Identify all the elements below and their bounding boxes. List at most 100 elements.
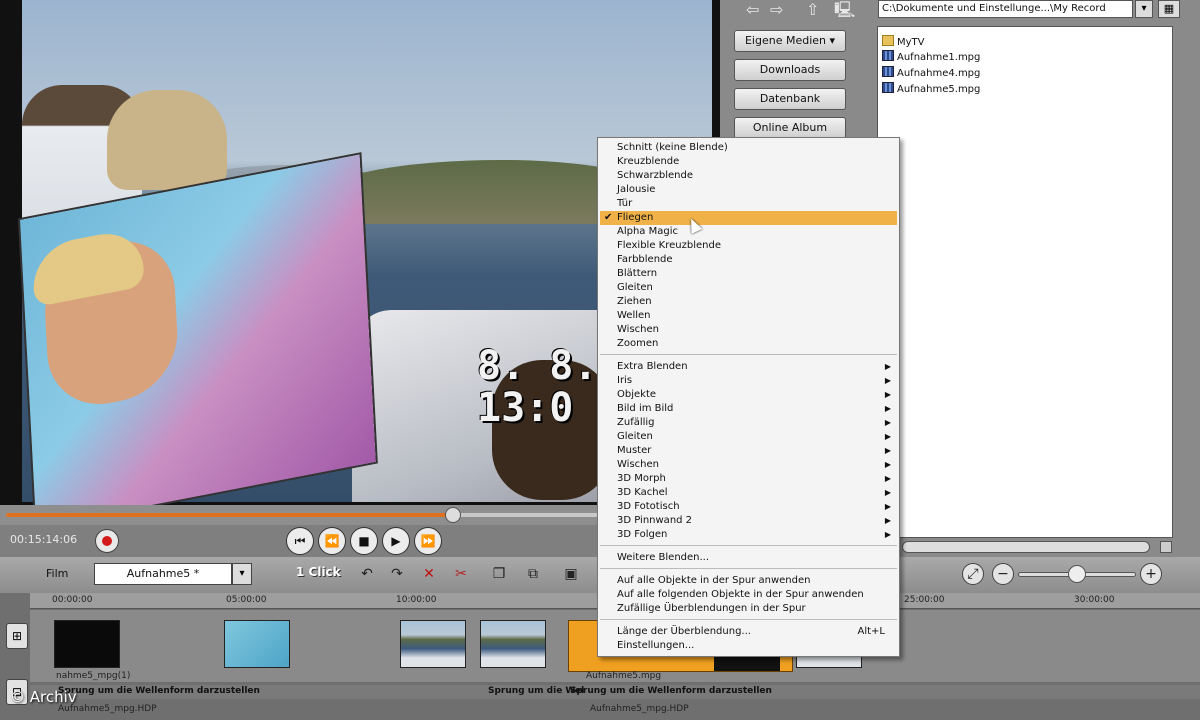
copy-icon[interactable]: ❐ [488,564,510,584]
video-clip[interactable] [480,620,546,668]
submenu-arrow-icon: ▶ [884,502,891,511]
menu-item[interactable]: Bild im Bild ▶ [600,402,897,416]
submenu-arrow-icon: ▶ [884,362,891,371]
menu-item[interactable]: Objekte ▶ [600,388,897,402]
copyright-watermark: © Archiv [10,688,77,706]
menu-item[interactable]: 3D Fototisch ▶ [600,500,897,514]
scroll-right-icon[interactable] [1160,541,1172,553]
menu-item[interactable]: Einstellungen... [600,639,897,653]
menu-item-label: Blättern [617,268,658,279]
menu-item-label: 3D Fototisch [617,501,680,512]
computer-icon[interactable]: 🖳 [834,0,855,20]
menu-separator [600,619,897,620]
up-arrow-icon[interactable]: ⇧ [806,0,819,20]
oneclick-icon[interactable] [262,564,284,584]
menu-item-label: Weitere Blenden... [617,552,710,563]
menu-item-label: Extra Blenden [617,361,688,372]
menu-item[interactable]: Schwarzblende [600,169,897,183]
scrub-handle[interactable] [445,507,462,523]
menu-item[interactable]: Iris ▶ [600,374,897,388]
undo-icon[interactable]: ↶ [356,564,378,584]
zoom-in-icon[interactable]: + [1140,563,1162,585]
path-field[interactable]: C:\Dokumente und Einstellunge...\My Reco… [878,0,1133,18]
video-file-icon [882,82,894,93]
menu-item[interactable]: Wellen [600,309,897,323]
skip-start-button[interactable]: ⏮ [286,527,314,555]
menu-item[interactable]: 3D Morph ▶ [600,472,897,486]
menu-item[interactable]: Muster ▶ [600,444,897,458]
zoom-handle[interactable] [1068,565,1086,583]
rewind-button[interactable]: ⏪ [318,527,346,555]
menu-item[interactable]: Zufällige Überblendungen in der Spur [600,602,897,616]
menu-item[interactable]: 3D Pinnwand 2 ▶ [600,514,897,528]
menu-item[interactable]: Flexible Kreuzblende [600,239,897,253]
menu-item[interactable]: Wischen [600,323,897,337]
redo-icon[interactable]: ↷ [386,564,408,584]
clip-label: Aufnahme5.mpg [586,671,662,681]
list-item[interactable]: MyTV [882,35,925,50]
menu-item[interactable]: Weitere Blenden... [600,551,897,565]
menu-item[interactable]: Farbblende [600,253,897,267]
submenu-arrow-icon: ▶ [884,488,891,497]
menu-item[interactable]: Auf alle Objekte in der Spur anwenden [600,574,897,588]
menu-item[interactable]: Auf alle folgenden Objekte in der Spur a… [600,588,897,602]
delete-icon[interactable]: ✕ [418,564,440,584]
menu-item-label: Wellen [617,310,651,321]
menu-item[interactable]: 3D Kachel ▶ [600,486,897,500]
downloads-button[interactable]: Downloads [734,59,846,81]
video-clip[interactable] [224,620,290,668]
chevron-down-icon[interactable]: ▾ [1135,0,1153,18]
video-clip[interactable] [54,620,120,668]
menu-item[interactable]: Ziehen [600,295,897,309]
record-button[interactable] [95,529,119,553]
menu-item[interactable]: Gleiten ▶ [600,430,897,444]
menu-item[interactable]: Tür [600,197,897,211]
video-clip[interactable] [400,620,466,668]
menu-item-label: 3D Folgen [617,529,668,540]
storyboard-icon[interactable]: ⊞ [6,623,28,649]
menu-item[interactable]: Wischen ▶ [600,458,897,472]
menu-item[interactable]: 3D Folgen ▶ [600,528,897,542]
zoom-out-icon[interactable]: − [992,563,1014,585]
list-item[interactable]: Aufnahme5.mpg [882,82,980,97]
forward-arrow-icon[interactable]: ⇨ [770,0,783,20]
back-arrow-icon[interactable]: ⇦ [746,0,759,20]
chevron-down-icon[interactable]: ▾ [232,563,252,585]
fast-forward-button[interactable]: ⏩ [414,527,442,555]
monitor-icon[interactable]: ▣ [560,564,582,584]
horizontal-scrollbar[interactable] [902,541,1150,553]
menu-item[interactable]: Blättern [600,267,897,281]
menu-item[interactable]: Zufällig ▶ [600,416,897,430]
audio-label: Sprung um die Wellenform darzustellen [58,686,260,696]
one-click-button[interactable]: 1 Click [296,565,341,579]
menu-item[interactable]: Alpha Magic [600,225,897,239]
online-album-button[interactable]: Online Album [734,117,846,139]
menu-item[interactable]: Jalousie [600,183,897,197]
ruler-tick: 10:00:00 [396,595,437,605]
group-icon[interactable]: ⧉ [522,564,544,584]
menu-item[interactable]: Schnitt (keine Blende) [600,141,897,155]
menu-item-label: Zufällige Überblendungen in der Spur [617,603,806,614]
list-item[interactable]: Aufnahme1.mpg [882,50,980,65]
menu-item[interactable]: Zoomen [600,337,897,351]
eigene-medien-button[interactable]: Eigene Medien ▾ [734,30,846,52]
project-select[interactable]: Aufnahme5 * [94,563,232,585]
view-mode-icon[interactable]: ▦ [1158,0,1180,18]
submenu-arrow-icon: ▶ [884,418,891,427]
menu-item-label: Tür [617,198,633,209]
menu-item-label: Fliegen [617,212,654,223]
menu-item[interactable]: Kreuzblende [600,155,897,169]
menu-item[interactable]: Länge der Überblendung... Alt+L [600,625,897,639]
list-item[interactable]: Aufnahme4.mpg [882,66,980,81]
stop-button[interactable]: ■ [350,527,378,555]
menu-item-label: Farbblende [617,254,673,265]
cut-icon[interactable]: ✂ [450,564,472,584]
menu-item-label: Gleiten [617,431,653,442]
menu-item[interactable]: Extra Blenden ▶ [600,360,897,374]
play-button[interactable]: ▶ [382,527,410,555]
datenbank-button[interactable]: Datenbank [734,88,846,110]
menu-item[interactable]: Gleiten [600,281,897,295]
fit-zoom-icon[interactable]: ⤢ [962,563,984,585]
menu-item[interactable]: Fliegen ✔ [600,211,897,225]
menu-item-label: Wischen [617,459,659,470]
